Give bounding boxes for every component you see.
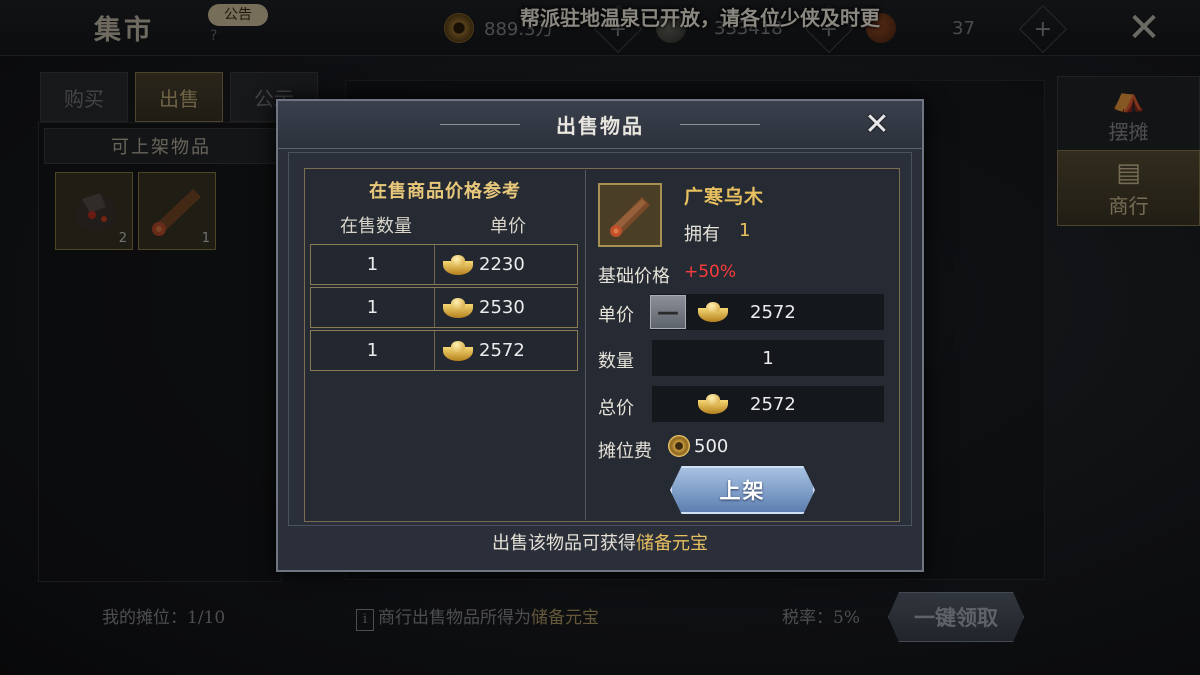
table-row: 1 2572 [310, 330, 578, 371]
total-price-value: 2572 [750, 393, 796, 415]
col-header-price: 单价 [490, 216, 526, 237]
total-price-label: 总价 [598, 398, 634, 419]
row-qty: 1 [311, 288, 435, 327]
gold-ingot-icon [698, 302, 728, 322]
table-row: 1 2530 [310, 287, 578, 328]
coin-icon [668, 435, 690, 457]
row-qty: 1 [311, 245, 435, 284]
item-thumbnail [598, 183, 662, 247]
stall-fee-value: 500 [668, 435, 728, 457]
row-price: 2572 [435, 331, 577, 370]
price-reference-title: 在售商品价格参考 [369, 181, 521, 202]
gold-ingot-icon [443, 254, 473, 275]
wood-log-icon [610, 197, 650, 237]
decrease-price-button[interactable]: — [650, 295, 686, 329]
total-price-field: 2572 [652, 386, 884, 422]
base-price-bonus: +50% [684, 262, 737, 282]
col-header-qty: 在售数量 [340, 216, 412, 237]
content-divider [585, 170, 586, 520]
unit-price-value: 2572 [750, 301, 796, 323]
reward-note: 出售该物品可获得储备元宝 [492, 533, 708, 554]
row-qty: 1 [311, 331, 435, 370]
quantity-field[interactable]: 1 [652, 340, 884, 376]
dialog-title: 出售物品 [556, 114, 644, 138]
owned-value: 1 [739, 220, 751, 241]
dialog-close-button[interactable]: ✕ [856, 106, 898, 142]
owned-label: 拥有 [684, 224, 720, 245]
list-item-button[interactable]: 上架 [670, 466, 815, 514]
row-price: 2530 [435, 288, 577, 327]
item-name: 广寒乌木 [684, 186, 765, 208]
close-icon: ✕ [864, 106, 890, 142]
base-price-label: 基础价格 [598, 266, 670, 287]
stall-fee-label: 摊位费 [598, 441, 652, 462]
quantity-label: 数量 [598, 351, 634, 372]
row-price: 2230 [435, 245, 577, 284]
table-row: 1 2230 [310, 244, 578, 285]
gold-ingot-icon [698, 394, 728, 414]
gold-ingot-icon [443, 340, 473, 361]
unit-price-label: 单价 [598, 305, 634, 326]
gold-ingot-icon [443, 297, 473, 318]
